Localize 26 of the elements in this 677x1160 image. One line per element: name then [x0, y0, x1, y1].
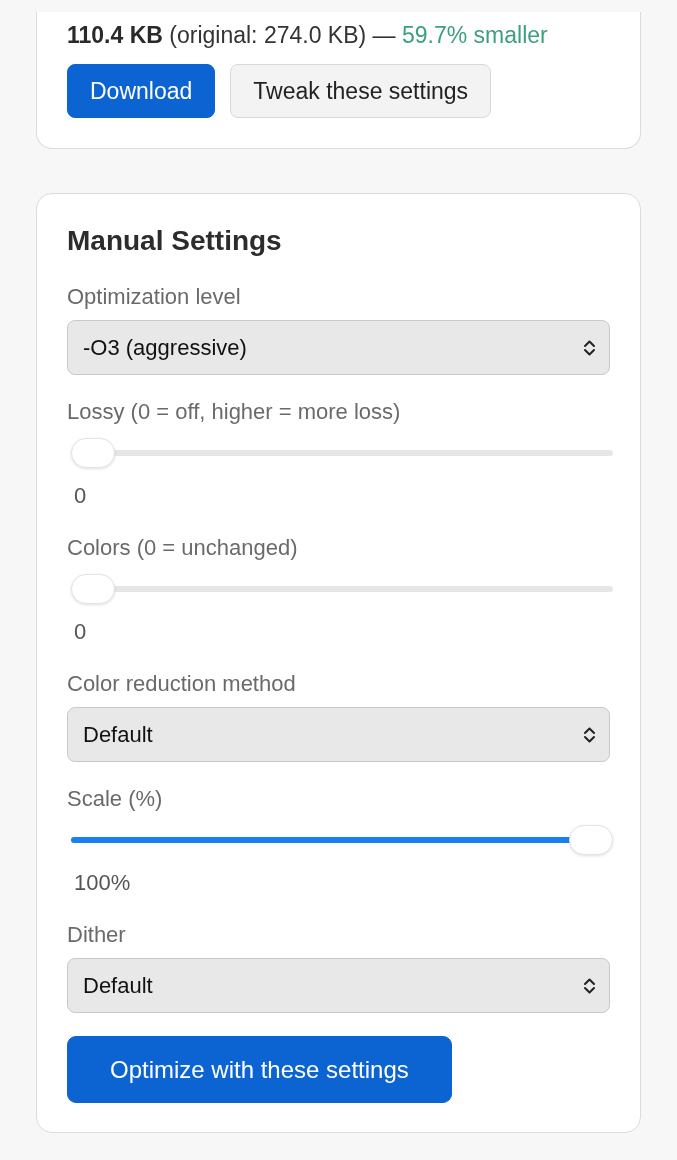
slider-value: 0 — [74, 619, 88, 645]
select-dropdown[interactable]: -O3 (aggressive) — [67, 320, 610, 375]
select-dropdown[interactable]: Default — [67, 958, 610, 1013]
field-label: Lossy (0 = off, higher = more loss) — [67, 399, 402, 425]
slider-thumb[interactable] — [71, 438, 115, 468]
chevron-up-down-icon — [583, 337, 596, 358]
chevron-up-down-icon — [583, 975, 596, 996]
select-dropdown[interactable]: Default — [67, 707, 610, 762]
slider-track[interactable] — [71, 438, 613, 468]
section-title: Manual Settings — [67, 224, 283, 258]
slider-thumb[interactable] — [71, 574, 115, 604]
chevron-up-down-icon — [583, 724, 596, 745]
field-label: Colors (0 = unchanged) — [67, 535, 299, 561]
result-summary: 110.4 KB (original: 274.0 KB) — 59.7% smaller — [67, 22, 549, 48]
download-button[interactable]: Download — [67, 64, 216, 118]
slider-value: 0 — [74, 483, 88, 509]
field-label: Color reduction method — [67, 671, 297, 697]
tweak-settings-button[interactable]: Tweak these settings — [230, 64, 492, 118]
optimize-button[interactable]: Optimize with these settings — [67, 1036, 452, 1103]
field-label: Dither — [67, 922, 127, 948]
slider-value: 100% — [74, 870, 132, 896]
field-label: Scale (%) — [67, 786, 164, 812]
slider-thumb[interactable] — [569, 825, 613, 855]
field-label: Optimization level — [67, 284, 242, 310]
slider-track[interactable] — [71, 825, 613, 855]
slider-track[interactable] — [71, 574, 613, 604]
